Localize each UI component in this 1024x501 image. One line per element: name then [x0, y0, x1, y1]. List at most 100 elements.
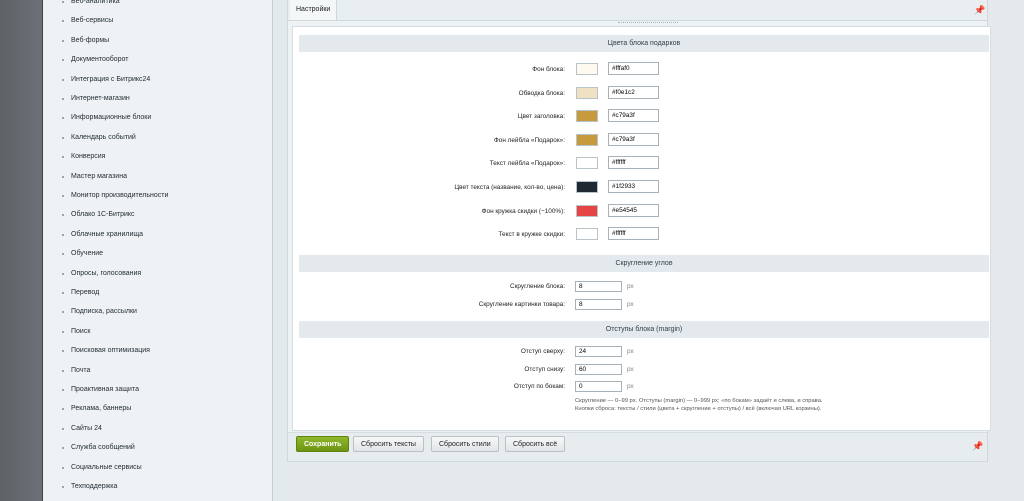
- sidebar-item[interactable]: Информационные блоки: [62, 112, 151, 124]
- sidebar-item[interactable]: Техподдержка: [62, 481, 118, 493]
- sidebar-menu: Веб-аналитика Веб-сервисы Веб-формы Докумен…: [43, 0, 273, 501]
- color-swatch[interactable]: [576, 63, 598, 75]
- color-hex-input[interactable]: [608, 132, 659, 146]
- tab-bar: Настройки 📌: [288, 0, 987, 21]
- sidebar-item[interactable]: Мастер магазина: [62, 171, 127, 183]
- color-field-label: Фон блока:: [532, 66, 565, 73]
- color-swatch[interactable]: [576, 157, 598, 170]
- section-header-colors: Цвета блока подарков: [299, 35, 989, 52]
- reset-texts-button[interactable]: Сбросить тексты: [353, 436, 424, 452]
- sidebar-item[interactable]: Служба сообщений: [62, 442, 135, 454]
- color-hex-input[interactable]: [608, 156, 659, 170]
- main-content: Настройки 📌 Цвета блока подарков Фон бло…: [273, 0, 1024, 501]
- margin-number-input[interactable]: [575, 381, 622, 392]
- section-header-radius: Скругление углов: [299, 255, 989, 272]
- bullet-icon: [62, 408, 64, 411]
- sidebar-item[interactable]: Поисковая оптимизация: [62, 345, 150, 357]
- bullet-icon: [62, 39, 64, 42]
- sidebar-item-label: Почта: [71, 366, 91, 374]
- sidebar-item-label: Реклама, баннеры: [71, 405, 132, 413]
- sidebar-item[interactable]: Почта: [62, 365, 91, 377]
- color-hex-input[interactable]: [608, 109, 659, 123]
- color-swatch[interactable]: [576, 133, 598, 146]
- sidebar-item[interactable]: Реклама, баннеры: [62, 403, 132, 415]
- color-swatch[interactable]: [576, 86, 598, 99]
- sidebar-item-label: Поисковая оптимизация: [71, 347, 150, 355]
- bullet-icon: [62, 447, 64, 450]
- sidebar-item-label: Техподдержка: [71, 483, 118, 490]
- color-field-label: Обводка блока:: [518, 89, 565, 97]
- sidebar-item[interactable]: Подписка, рассылки: [62, 306, 137, 318]
- margin-field-label: Отступ снизу:: [524, 365, 565, 373]
- sidebar-item-label: Перевод: [71, 289, 100, 296]
- hint-line-2: Кнопки сброса: тексты / стили (цвета + с…: [575, 406, 822, 412]
- color-hex-input[interactable]: [608, 85, 659, 99]
- sidebar-item-label: Проактивная защита: [71, 386, 139, 393]
- sidebar-item-label: Социальные сервисы: [71, 463, 142, 471]
- margin-number-input[interactable]: [575, 363, 622, 375]
- divider: [618, 22, 678, 24]
- sidebar-item-label: Облако 1С-Битрикс: [71, 211, 135, 219]
- pin-icon[interactable]: 📌: [972, 441, 983, 451]
- sidebar-item[interactable]: Поиск: [62, 326, 91, 338]
- radius-number-input[interactable]: [575, 298, 622, 310]
- color-swatch[interactable]: [576, 110, 598, 123]
- bullet-icon: [62, 389, 64, 391]
- radius-field-label: Скругление картинки товара:: [478, 300, 565, 308]
- sidebar-item[interactable]: Сайты 24: [62, 423, 102, 435]
- sidebar-item-label: Монитор производительности: [71, 192, 169, 199]
- color-swatch[interactable]: [576, 228, 598, 241]
- bullet-icon: [62, 466, 64, 469]
- sidebar-item[interactable]: Монитор производительности: [62, 190, 169, 202]
- bullet-icon: [62, 195, 64, 197]
- hint-text: Скругление — 0–99 px. Отступы (margin) —…: [575, 397, 975, 413]
- section-header-margin: Отступы блока (margin): [299, 321, 989, 338]
- color-hex-input[interactable]: [608, 227, 659, 241]
- bullet-icon: [62, 136, 64, 139]
- unit-label: px: [627, 300, 634, 308]
- unit-label: px: [627, 383, 634, 390]
- hint-line-1: Скругление — 0–99 px. Отступы (margin) —…: [575, 398, 823, 404]
- color-swatch[interactable]: [576, 181, 598, 193]
- sidebar-item-label: Поиск: [71, 327, 91, 335]
- sidebar-item[interactable]: Веб-аналитика: [62, 0, 120, 8]
- reset-styles-button[interactable]: Сбросить стили: [431, 436, 499, 452]
- sidebar-item-label: Опросы, голосования: [71, 269, 142, 277]
- pin-icon[interactable]: 📌: [974, 5, 985, 15]
- sidebar-item[interactable]: Календарь событий: [62, 132, 136, 144]
- sidebar-item[interactable]: Социальные сервисы: [62, 462, 142, 474]
- save-button[interactable]: Сохранить: [296, 436, 350, 452]
- sidebar-item[interactable]: Интернет-магазин: [62, 93, 130, 105]
- bullet-icon: [62, 156, 64, 159]
- bullet-icon: [62, 78, 64, 81]
- bullet-icon: [62, 272, 64, 275]
- reset-all-button[interactable]: Сбросить всё: [505, 436, 566, 452]
- sidebar-item-label: Мастер магазина: [71, 172, 127, 180]
- sidebar-item[interactable]: Документооборот: [62, 54, 129, 66]
- sidebar-item-label: Интернет-магазин: [71, 95, 130, 102]
- sidebar-item[interactable]: Конверсия: [62, 151, 105, 163]
- sidebar-item[interactable]: Облако 1С-Битрикс: [62, 209, 135, 221]
- radius-number-input[interactable]: [575, 281, 622, 292]
- sidebar-item[interactable]: Веб-формы: [62, 35, 109, 47]
- sidebar-item[interactable]: Опросы, голосования: [62, 268, 142, 280]
- settings-panel: Настройки 📌 Цвета блока подарков Фон бло…: [287, 0, 991, 462]
- sidebar-item[interactable]: Проактивная защита: [62, 384, 139, 396]
- color-hex-input[interactable]: [608, 62, 659, 75]
- sidebar-item[interactable]: Перевод: [62, 287, 100, 299]
- color-swatch[interactable]: [576, 204, 598, 217]
- bullet-icon: [62, 20, 64, 23]
- color-field-label: Цвет текста (название, кол-во, цена):: [454, 184, 565, 191]
- margin-number-input[interactable]: [575, 346, 622, 357]
- sidebar-item-label: Календарь событий: [71, 133, 136, 141]
- sidebar-item-label: Веб-аналитика: [71, 0, 120, 5]
- tab-settings[interactable]: Настройки: [290, 0, 338, 20]
- sidebar-item[interactable]: Интеграция с Битрикс24: [62, 74, 150, 86]
- sidebar-item[interactable]: Облачные хранилища: [62, 229, 143, 241]
- sidebar-item[interactable]: Веб-сервисы: [62, 15, 113, 27]
- color-hex-input[interactable]: [608, 180, 659, 193]
- sidebar-item[interactable]: Обучение: [62, 248, 103, 260]
- bullet-icon: [62, 486, 64, 488]
- sidebar-item-label: Сайты 24: [71, 424, 102, 432]
- color-hex-input[interactable]: [608, 203, 659, 217]
